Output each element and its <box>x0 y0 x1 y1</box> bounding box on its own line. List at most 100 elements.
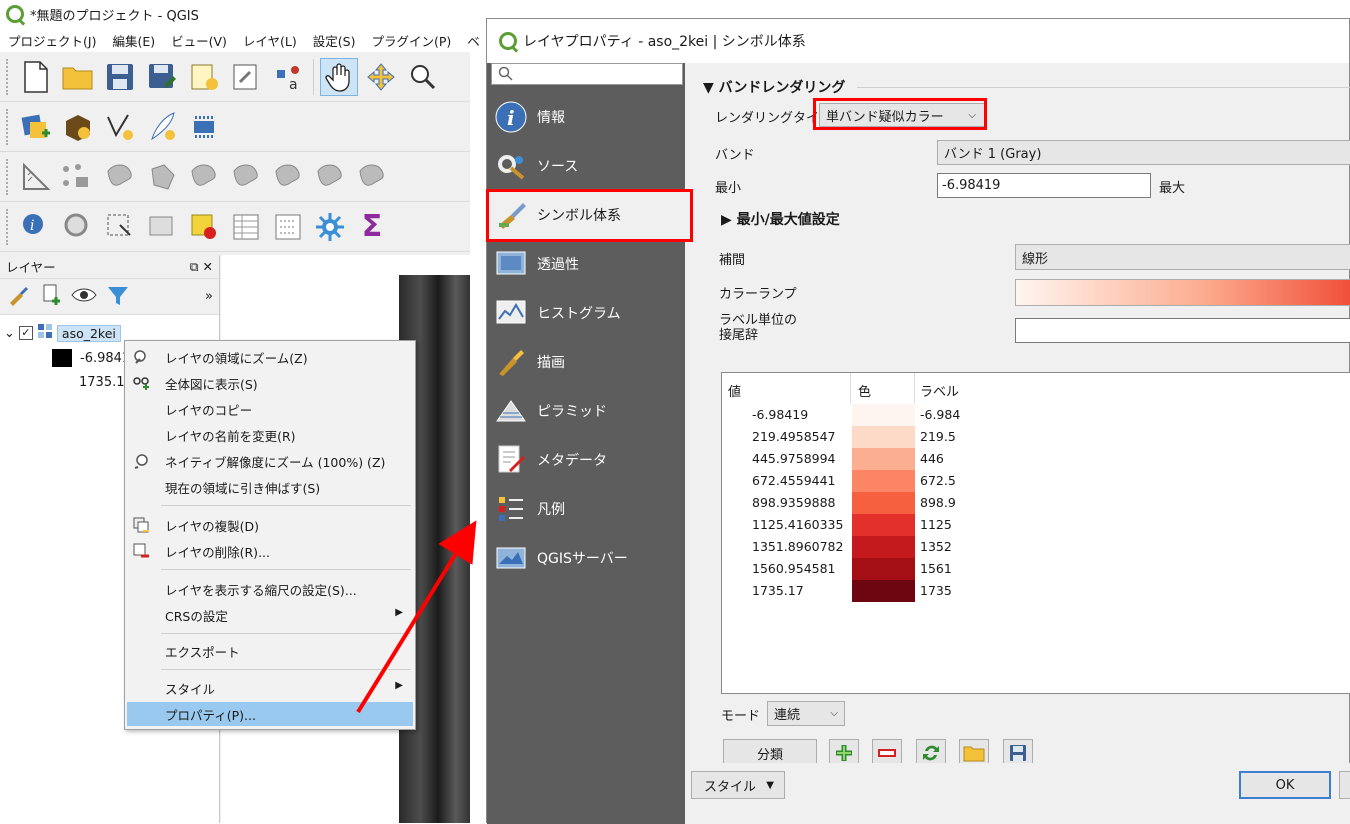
fill-ring-icon[interactable] <box>269 158 307 196</box>
table-row[interactable]: 1560.954581 1561 <box>722 558 1350 580</box>
sidebar-item-qgis-server[interactable]: QGISサーバー <box>487 534 685 582</box>
class-color-swatch[interactable] <box>852 470 915 492</box>
toolbar-handle[interactable] <box>6 158 9 195</box>
panel-float-close-icons[interactable]: ⧉ ✕ <box>190 259 213 275</box>
column-header-color[interactable]: 色 <box>858 381 871 400</box>
delete-ring-icon[interactable] <box>311 158 349 196</box>
style-manager-icon[interactable]: a <box>269 58 307 96</box>
menu-plugins[interactable]: プラグイン(P) <box>363 31 459 50</box>
attribute-table-icon[interactable] <box>227 208 265 246</box>
cancel-button-partial[interactable] <box>1339 771 1350 799</box>
sidebar-item-pyramids[interactable]: ピラミッド <box>487 387 685 435</box>
ok-button[interactable]: OK <box>1239 771 1331 799</box>
expand-chevron-icon[interactable]: ⌄ <box>4 326 15 341</box>
class-color-swatch[interactable] <box>852 558 915 580</box>
color-ramp-button[interactable] <box>1015 279 1350 306</box>
sidebar-item-source[interactable]: ソース <box>487 142 685 190</box>
delete-part-icon[interactable] <box>353 158 391 196</box>
min-input[interactable]: -6.98419 <box>937 173 1151 198</box>
open-project-icon[interactable] <box>59 58 97 96</box>
sidebar-item-legend[interactable]: 凡例 <box>487 485 685 533</box>
menu-set-scale-visibility[interactable]: レイヤを表示する縮尺の設定(S)... <box>127 577 413 601</box>
table-row[interactable]: 1351.8960782 1352 <box>722 536 1350 558</box>
menu-settings[interactable]: 設定(S) <box>305 31 364 50</box>
menu-stretch-to-extent[interactable]: 現在の領域に引き伸ばす(S) <box>127 475 413 499</box>
add-polygon-icon[interactable] <box>101 158 139 196</box>
deselect-icon[interactable] <box>143 208 181 246</box>
sidebar-item-info[interactable]: i 情報 <box>487 93 685 141</box>
menu-duplicate-layer[interactable]: レイヤの複製(D) <box>127 513 413 537</box>
toolbar-handle[interactable] <box>6 58 9 95</box>
menu-show-in-overview[interactable]: 全体図に表示(S) <box>127 371 413 395</box>
pan-to-selection-icon[interactable] <box>362 58 400 96</box>
band-select[interactable]: バンド 1 (Gray) <box>937 140 1350 165</box>
mode-select[interactable]: 連続 ⌵ <box>767 701 845 726</box>
menu-copy-layer[interactable]: レイヤのコピー <box>127 397 413 421</box>
toolbox-icon[interactable] <box>311 208 349 246</box>
measure-icon[interactable] <box>17 158 55 196</box>
menu-view[interactable]: ビュー(V) <box>163 31 235 50</box>
table-row[interactable]: 672.4559441 672.5 <box>722 470 1350 492</box>
column-header-label[interactable]: ラベル <box>920 381 959 400</box>
reshape-icon[interactable] <box>143 158 181 196</box>
layer-name[interactable]: aso_2kei <box>56 324 121 342</box>
class-color-swatch[interactable] <box>852 404 915 426</box>
menu-zoom-native-resolution[interactable]: ネイティブ解像度にズーム (100%) (Z) <box>127 449 413 473</box>
menu-edit[interactable]: 編集(E) <box>104 31 163 50</box>
table-row[interactable]: 219.4958547 219.5 <box>722 426 1350 448</box>
menu-rename-layer[interactable]: レイヤの名前を変更(R) <box>127 423 413 447</box>
class-color-swatch[interactable] <box>852 448 915 470</box>
minmax-settings-section[interactable]: ▶ 最小/最大値設定 <box>721 209 840 229</box>
layer-tree-item[interactable]: ⌄ ✓ aso_2kei <box>4 323 121 343</box>
visibility-eye-icon[interactable] <box>70 283 98 311</box>
classification-table[interactable]: 値 色 ラベル -6.98419 -6.984 219.4958547 219.… <box>721 372 1350 694</box>
field-calculator-icon[interactable] <box>269 208 307 246</box>
style-menu-button[interactable]: スタイル ▼ <box>691 771 785 799</box>
deselect-all-icon[interactable] <box>185 208 223 246</box>
sidebar-item-metadata[interactable]: メタデータ <box>487 436 685 484</box>
table-row[interactable]: 898.9359888 898.9 <box>722 492 1350 514</box>
layer-visibility-checkbox[interactable]: ✓ <box>18 326 33 340</box>
new-virtual-layer-icon[interactable] <box>185 108 223 146</box>
label-suffix-input[interactable] <box>1015 318 1350 343</box>
menu-export[interactable]: エクスポート <box>127 639 413 663</box>
table-row[interactable]: 1125.4160335 1125 <box>722 514 1350 536</box>
sidebar-item-transparency[interactable]: 透過性 <box>487 240 685 288</box>
sidebar-item-rendering[interactable]: 描画 <box>487 338 685 386</box>
zoom-in-icon[interactable] <box>404 58 442 96</box>
table-row[interactable]: 445.9758994 446 <box>722 448 1350 470</box>
layout-manager-icon[interactable] <box>227 58 265 96</box>
style-brush-icon[interactable] <box>6 283 30 311</box>
class-color-swatch[interactable] <box>852 580 915 602</box>
toolbar-handle[interactable] <box>6 108 9 145</box>
table-row[interactable]: -6.98419 -6.984 <box>722 404 1350 426</box>
class-color-swatch[interactable] <box>852 426 915 448</box>
new-geopackage-icon[interactable] <box>59 108 97 146</box>
menu-properties[interactable]: プロパティ(P)... <box>127 702 413 726</box>
menu-zoom-to-layer[interactable]: レイヤの領域にズーム(Z) <box>127 345 413 369</box>
interpolation-select[interactable]: 線形 <box>1015 244 1350 270</box>
data-source-manager-icon[interactable] <box>17 108 55 146</box>
add-ring-icon[interactable] <box>185 158 223 196</box>
statistics-sigma-icon[interactable]: Σ <box>353 208 391 246</box>
class-color-swatch[interactable] <box>852 536 915 558</box>
new-temp-layer-icon[interactable] <box>143 108 181 146</box>
more-chevron-icon[interactable]: » <box>205 289 213 304</box>
column-header-value[interactable]: 値 <box>728 381 741 400</box>
menu-truncated[interactable]: ベ <box>459 31 488 50</box>
toolbar-handle[interactable] <box>6 208 9 245</box>
class-color-swatch[interactable] <box>852 492 915 514</box>
select-features-icon[interactable] <box>101 208 139 246</box>
new-shapefile-icon[interactable] <box>101 108 139 146</box>
add-group-icon[interactable] <box>38 283 62 311</box>
sidebar-item-histogram[interactable]: ヒストグラム <box>487 289 685 337</box>
pan-map-icon[interactable] <box>320 57 358 96</box>
new-project-icon[interactable] <box>17 58 55 96</box>
save-project-icon[interactable] <box>101 58 139 96</box>
run-action-icon[interactable] <box>59 208 97 246</box>
identify-icon[interactable]: i <box>17 208 55 246</box>
vertex-tool-icon[interactable] <box>59 158 97 196</box>
menu-layer[interactable]: レイヤ(L) <box>235 31 305 50</box>
menu-set-crs[interactable]: CRSの設定 ▶ <box>127 603 413 627</box>
table-row[interactable]: 1735.17 1735 <box>722 580 1350 602</box>
